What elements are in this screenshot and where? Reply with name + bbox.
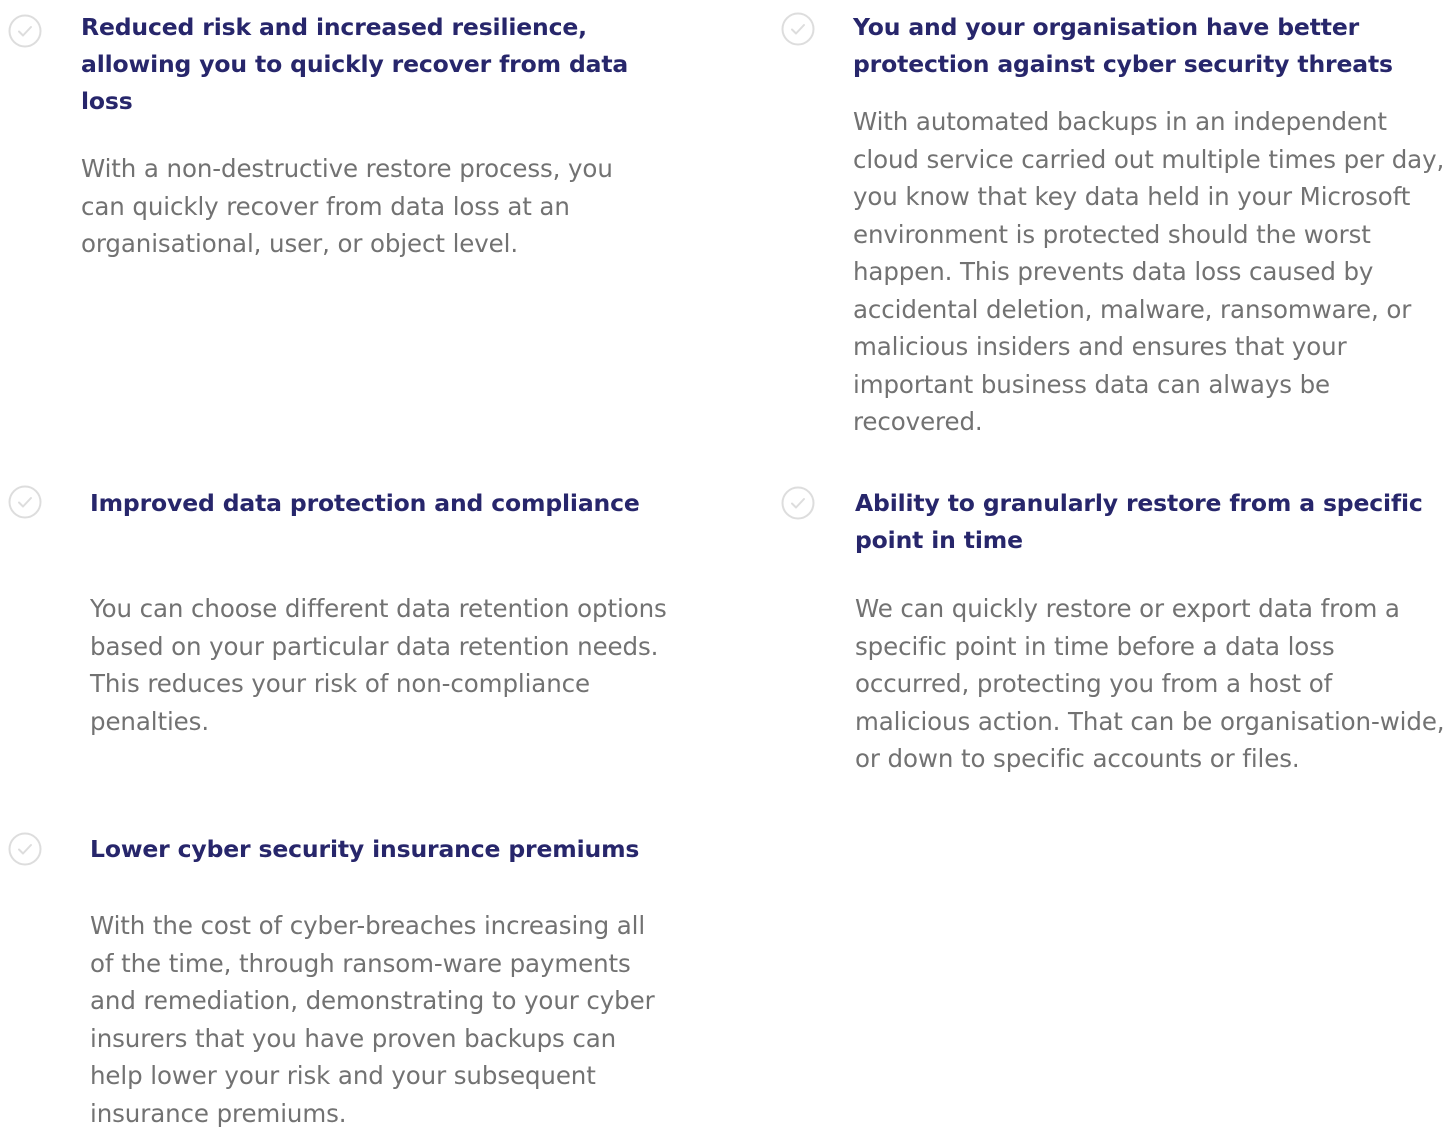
check-circle-icon [8,832,42,866]
benefit-description: We can quickly restore or export data fr… [855,594,1445,773]
benefit-description: With the cost of cyber-breaches increasi… [90,911,655,1128]
benefit-description: With a non-destructive restore process, … [81,154,613,258]
benefit-description: With automated backups in an independent… [853,107,1445,436]
benefit-title: Ability to granularly restore from a spe… [855,489,1423,554]
benefit-title: Lower cyber security insurance premiums [90,835,640,863]
benefit-title: You and your organisation have better pr… [853,13,1393,78]
check-circle-icon [781,486,815,520]
check-circle-icon [8,14,42,48]
benefit-title: Improved data protection and compliance [90,489,640,517]
check-circle-icon [8,485,42,519]
check-circle-icon [781,12,815,46]
benefit-title: Reduced risk and increased resilience, a… [81,13,629,115]
benefit-description: You can choose different data retention … [90,594,667,736]
